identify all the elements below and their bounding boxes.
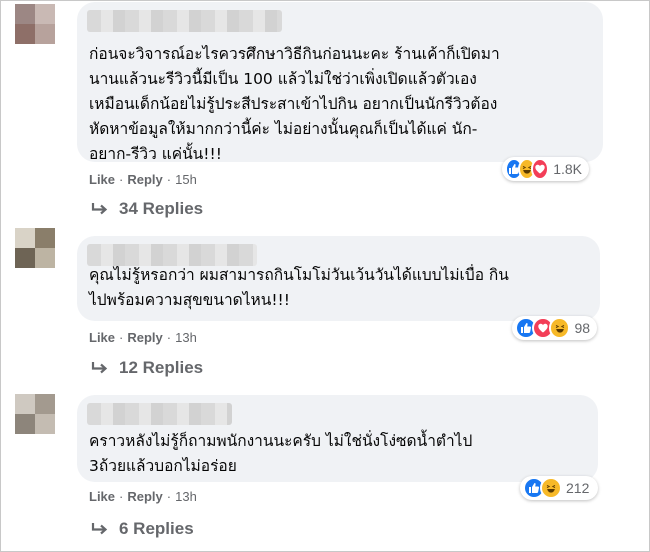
comment-bubble: คุณไม่รู้หรอกว่า ผมสามารถกินโมโม่วันเว้น…	[77, 236, 600, 321]
haha-icon	[540, 477, 562, 499]
like-button[interactable]: Like	[89, 489, 115, 504]
comment-text: คุณไม่รู้หรอกว่า ผมสามารถกินโมโม่วันเว้น…	[89, 266, 509, 309]
timestamp[interactable]: 13h	[175, 489, 197, 504]
avatar[interactable]	[15, 394, 55, 434]
replies-count: 12 Replies	[119, 358, 204, 377]
comment-text: คราวหลังไม่รู้ก็ถามพนักงานนะครับ ไม่ใช่น…	[89, 432, 473, 475]
reactions-summary[interactable]: 212	[520, 476, 598, 500]
reply-arrow-icon	[91, 361, 109, 375]
reply-button[interactable]: Reply	[127, 489, 162, 504]
like-button[interactable]: Like	[89, 330, 115, 345]
haha-icon	[548, 317, 571, 339]
comment-actions: Like · Reply · 15h	[89, 172, 197, 187]
comment-text: ก่อนจะวิจารณ์อะไรควรศึกษาวิธีกินก่อนนะคะ…	[89, 45, 500, 163]
replies-count: 6 Replies	[119, 519, 194, 538]
author-name-redacted[interactable]	[87, 403, 232, 425]
reactions-summary[interactable]: 98	[512, 316, 597, 340]
avatar[interactable]	[15, 4, 55, 44]
love-icon	[531, 158, 550, 180]
replies-count: 34 Replies	[119, 199, 204, 218]
comment-bubble: คราวหลังไม่รู้ก็ถามพนักงานนะครับ ไม่ใช่น…	[77, 395, 598, 482]
timestamp[interactable]: 13h	[175, 330, 197, 345]
avatar[interactable]	[15, 228, 55, 268]
reaction-count: 98	[574, 320, 591, 336]
view-replies-button[interactable]: 34 Replies	[91, 199, 203, 219]
reaction-count: 1.8K	[553, 161, 582, 177]
reactions-summary[interactable]: 1.8K	[502, 157, 589, 181]
reply-arrow-icon	[91, 202, 109, 216]
reply-button[interactable]: Reply	[127, 330, 162, 345]
comments-panel: ก่อนจะวิจารณ์อะไรควรศึกษาวิธีกินก่อนนะคะ…	[0, 0, 650, 552]
view-replies-button[interactable]: 12 Replies	[91, 358, 203, 378]
view-replies-button[interactable]: 6 Replies	[91, 519, 194, 539]
timestamp[interactable]: 15h	[175, 172, 197, 187]
reaction-count: 212	[566, 480, 590, 496]
comment-actions: Like · Reply · 13h	[89, 489, 197, 504]
like-button[interactable]: Like	[89, 172, 115, 187]
reply-arrow-icon	[91, 522, 109, 536]
author-name-redacted[interactable]	[87, 244, 257, 266]
author-name-redacted[interactable]	[87, 10, 282, 32]
comment-bubble: ก่อนจะวิจารณ์อะไรควรศึกษาวิธีกินก่อนนะคะ…	[77, 2, 603, 163]
reply-button[interactable]: Reply	[127, 172, 162, 187]
comment-actions: Like · Reply · 13h	[89, 330, 197, 345]
